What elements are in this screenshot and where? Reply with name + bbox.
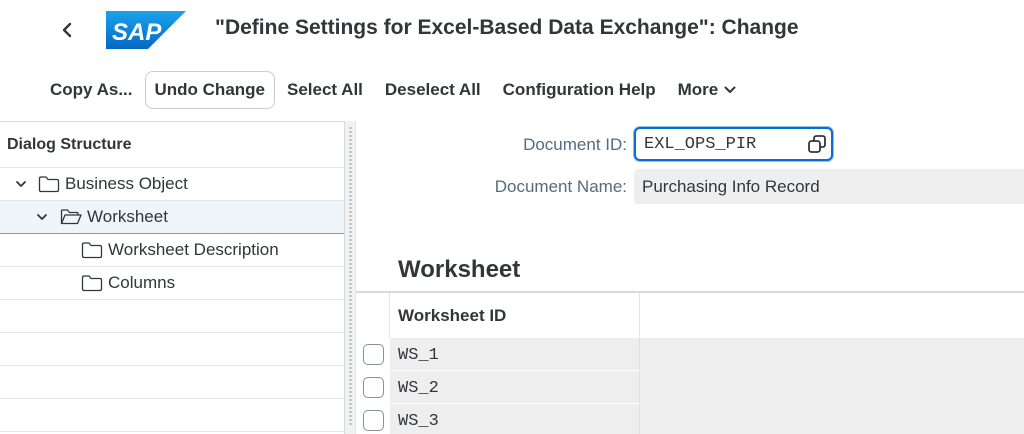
copy-as-button[interactable]: Copy As... [40, 71, 143, 109]
empty-cell [640, 404, 1024, 434]
row-checkbox[interactable] [362, 344, 384, 365]
folder-icon [81, 242, 103, 259]
worksheet-id-cell[interactable]: WS_2 [390, 371, 640, 404]
select-all-button[interactable]: Select All [277, 71, 373, 109]
more-label: More [677, 80, 719, 99]
row-selector-cell [356, 404, 390, 434]
row-selector-cell [356, 338, 390, 371]
chevron-left-icon [62, 22, 72, 38]
row-selector-cell [356, 371, 390, 404]
table-row[interactable]: WS_2 [356, 371, 1024, 404]
undo-change-button[interactable]: Undo Change [144, 71, 275, 109]
document-id-label: Document ID: [523, 135, 627, 154]
empty-cell [640, 338, 1024, 371]
splitter-grip[interactable] [349, 127, 352, 427]
tree-item-business-object[interactable]: Business Object [0, 168, 344, 201]
tree-item-columns[interactable]: Columns [0, 267, 344, 300]
tree-empty-row [0, 300, 344, 333]
worksheet-id-cell[interactable]: WS_1 [390, 338, 640, 371]
shell-header: SAP "Define Settings for Excel-Based Dat… [0, 0, 1024, 60]
folder-icon [81, 275, 103, 292]
tree-item-worksheet-description[interactable]: Worksheet Description [0, 234, 344, 267]
undo-change-label: Undo Change [154, 80, 266, 99]
selection-column-header [356, 293, 390, 338]
row-checkbox[interactable] [362, 377, 384, 398]
empty-cell [640, 371, 1024, 404]
folder-icon [38, 176, 60, 193]
configuration-help-button[interactable]: Configuration Help [493, 71, 666, 109]
document-id-field[interactable]: EXL_OPS_PIR [634, 127, 833, 161]
worksheet-table: WS_1 WS_2 WS_3 [356, 338, 1024, 434]
deselect-all-button[interactable]: Deselect All [375, 71, 491, 109]
tree-empty-row [0, 399, 344, 432]
select-all-label: Select All [287, 80, 363, 99]
document-name-value: Purchasing Info Record [642, 177, 820, 196]
tree-empty-row [0, 366, 344, 399]
copy-as-label: Copy As... [50, 80, 133, 99]
svg-text:SAP: SAP [112, 19, 162, 46]
column-header-worksheet-id[interactable]: Worksheet ID [390, 293, 640, 338]
tree-item-label: Worksheet [87, 207, 168, 226]
table-row[interactable]: WS_1 [356, 338, 1024, 371]
page-title: "Define Settings for Excel-Based Data Ex… [215, 16, 799, 39]
tree-item-label: Worksheet Description [108, 240, 279, 259]
expand-arrow-icon[interactable] [35, 210, 49, 224]
tree-empty-row [0, 333, 344, 366]
configuration-help-label: Configuration Help [502, 80, 656, 99]
more-button[interactable]: More [668, 71, 747, 109]
tree-item-label: Business Object [65, 174, 188, 193]
pane-splitter[interactable] [345, 121, 356, 434]
folder-open-icon [60, 209, 82, 225]
dialog-structure-heading: Dialog Structure [0, 122, 344, 168]
tree-item-worksheet[interactable]: Worksheet [0, 201, 344, 234]
deselect-all-label: Deselect All [384, 80, 481, 99]
toolbar: Copy As... Undo Change Select All Desele… [40, 70, 748, 110]
dialog-structure-panel: Dialog Structure Business Object Workshe… [0, 121, 345, 434]
expand-arrow-icon[interactable] [14, 177, 28, 191]
worksheet-section-title: Worksheet [398, 256, 521, 283]
row-checkbox[interactable] [362, 410, 384, 431]
table-row[interactable]: WS_3 [356, 404, 1024, 434]
copy-icon[interactable] [807, 134, 827, 154]
document-id-value: EXL_OPS_PIR [644, 135, 757, 154]
tree-item-label: Columns [108, 273, 176, 292]
document-name-field: Purchasing Info Record [634, 169, 1024, 204]
worksheet-id-cell[interactable]: WS_3 [390, 404, 640, 434]
back-button[interactable] [54, 16, 80, 44]
sap-logo: SAP [106, 11, 186, 49]
chevron-down-icon [724, 86, 736, 93]
document-name-label: Document Name: [494, 177, 627, 196]
